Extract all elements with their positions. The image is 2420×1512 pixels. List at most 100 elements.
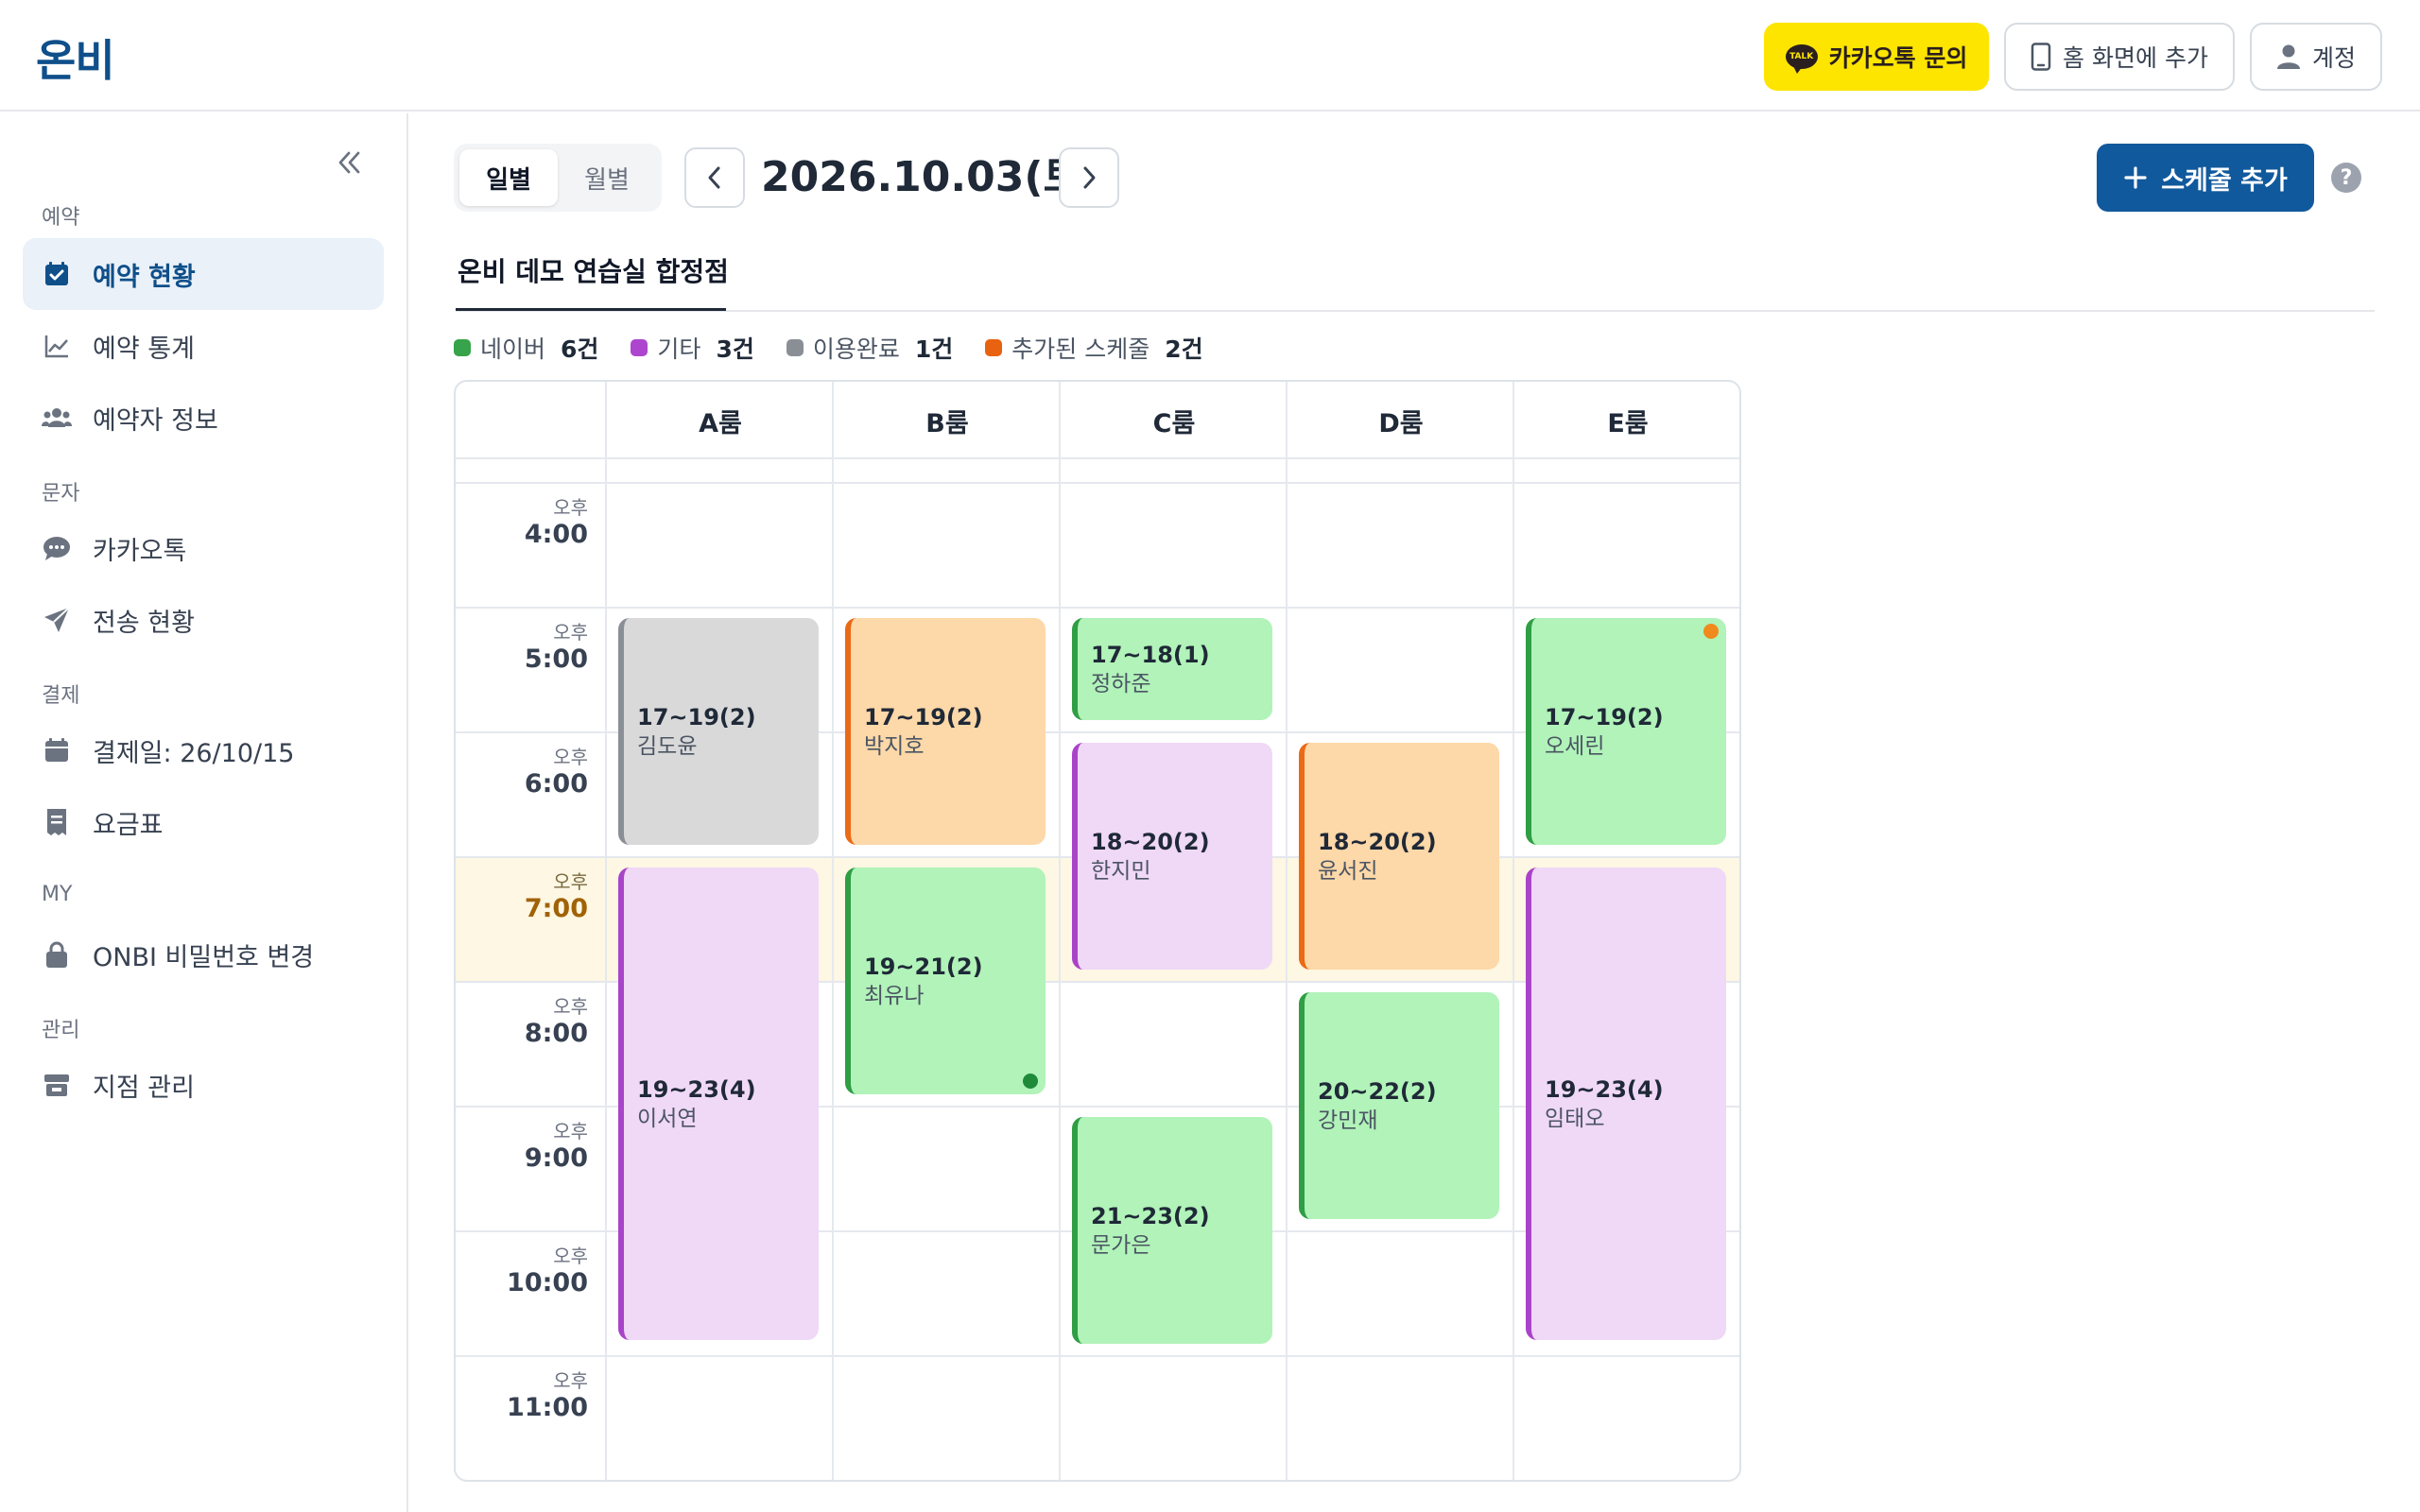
reservation-card[interactable]: 21~23(2) 문가은	[1072, 1117, 1272, 1344]
legend-label: 추가된 스케줄	[1011, 335, 1150, 363]
reservation-card[interactable]: 18~20(2) 한지민	[1072, 743, 1272, 970]
kakao-inquiry-button[interactable]: TALK 카카오톡 문의	[1764, 23, 1989, 91]
reservation-card[interactable]: 18~20(2) 윤서진	[1299, 743, 1499, 970]
legend-completed: 이용완료 1건	[786, 331, 953, 365]
add-schedule-button[interactable]: 스케줄 추가	[2097, 144, 2314, 212]
reservation-card[interactable]: 17~19(2) 박지호	[845, 618, 1046, 845]
sidebar-item-label: 예약 통계	[93, 334, 195, 364]
user-icon	[2276, 44, 2300, 69]
reservation-name: 강민재	[1318, 1108, 1378, 1133]
active-tab-indicator	[456, 308, 726, 311]
reservation-card[interactable]: 19~23(4) 이서연	[618, 868, 819, 1340]
time-ampm: 오후	[553, 995, 588, 1018]
reservation-time: 19~23(4)	[1545, 1076, 1664, 1103]
reservation-card[interactable]: 17~18(1) 정하준	[1072, 618, 1272, 720]
next-date-button[interactable]	[1059, 147, 1119, 208]
grid-line	[456, 607, 1739, 609]
sidebar-item-branch-manage[interactable]: 지점 관리	[23, 1049, 384, 1121]
store-icon	[42, 1070, 72, 1100]
reservation-card[interactable]: 19~23(4) 임태오	[1526, 868, 1726, 1340]
reservation-name: 오세린	[1545, 734, 1605, 759]
kakao-talk-icon: TALK	[1785, 44, 1818, 74]
reservation-card[interactable]: 17~19(2) 오세린	[1526, 618, 1726, 845]
time-value: 7:00	[524, 894, 588, 923]
reservation-name: 한지민	[1091, 859, 1151, 884]
legend-other: 기타 3건	[631, 331, 754, 365]
room-header-d: D룸	[1378, 409, 1424, 438]
chevron-right-icon	[1083, 166, 1096, 189]
room-header-b: B룸	[925, 409, 969, 438]
plus-icon	[2124, 166, 2147, 189]
time-ampm: 오후	[553, 1120, 588, 1143]
time-label-current: 오후 7:00	[456, 869, 588, 924]
grid-line	[1059, 382, 1061, 1480]
grid-line	[456, 482, 1739, 484]
section-message: 문자	[42, 482, 80, 506]
sidebar-item-label: 카카오톡	[93, 536, 187, 566]
sidebar-item-send-status[interactable]: 전송 현황	[23, 584, 384, 656]
tab-daily[interactable]: 일별	[459, 149, 558, 206]
sidebar-item-change-password[interactable]: ONBI 비밀번호 변경	[23, 919, 384, 990]
time-value: 4:00	[524, 520, 588, 549]
app-logo[interactable]: 온비	[36, 26, 115, 89]
time-label: 오후 6:00	[456, 745, 588, 799]
room-header-c: C룸	[1152, 409, 1196, 438]
account-button[interactable]: 계정	[2250, 23, 2382, 91]
reservation-time: 17~19(2)	[1545, 704, 1664, 730]
legend-count: 1건	[914, 335, 954, 363]
tab-branch[interactable]: 온비 데모 연습실 합정점	[458, 251, 729, 289]
prev-date-button[interactable]	[684, 147, 745, 208]
status-dot-icon	[1703, 624, 1719, 639]
reservation-card[interactable]: 19~21(2) 최유나	[845, 868, 1046, 1094]
section-payment: 결제	[42, 684, 80, 708]
lock-icon	[42, 939, 72, 970]
add-to-home-button[interactable]: 홈 화면에 추가	[2004, 23, 2235, 91]
reservation-card[interactable]: 17~19(2) 김도윤	[618, 618, 819, 845]
reservation-time: 17~19(2)	[637, 704, 756, 730]
reservation-time: 18~20(2)	[1318, 829, 1437, 855]
receipt-icon	[42, 807, 72, 837]
reservation-name: 문가은	[1091, 1233, 1151, 1258]
current-date-title: 2026.10.03(토)	[761, 153, 1101, 201]
reservation-card[interactable]: 20~22(2) 강민재	[1299, 992, 1499, 1219]
time-label: 오후 4:00	[456, 495, 588, 550]
grid-line	[456, 1355, 1739, 1357]
time-value: 5:00	[524, 644, 588, 674]
sidebar-item-fee-table[interactable]: 요금표	[23, 786, 384, 858]
reservation-name: 박지호	[864, 734, 925, 759]
sidebar-item-label: ONBI 비밀번호 변경	[93, 942, 315, 972]
legend-count: 6건	[561, 335, 599, 363]
time-ampm: 오후	[553, 621, 588, 644]
collapse-sidebar-icon[interactable]	[335, 147, 363, 185]
sidebar-item-reservation-stats[interactable]: 예약 통계	[23, 310, 384, 382]
sidebar-item-reservation-status[interactable]: 예약 현황	[23, 238, 384, 310]
reservation-time: 17~19(2)	[864, 704, 983, 730]
legend-label: 네이버	[480, 335, 546, 363]
time-ampm: 오후	[553, 1369, 588, 1392]
grid-line	[1512, 382, 1514, 1480]
orange-dot-icon	[985, 339, 1003, 356]
section-my: MY	[42, 883, 73, 906]
time-label: 오후 10:00	[456, 1244, 588, 1298]
account-label: 계정	[2311, 44, 2356, 72]
room-header-e: E룸	[1607, 409, 1649, 438]
branch-tab-divider	[456, 310, 2375, 312]
line-chart-icon	[42, 331, 72, 361]
purple-dot-icon	[631, 339, 648, 356]
reservation-name: 이서연	[637, 1107, 698, 1131]
time-ampm: 오후	[553, 870, 588, 893]
add-schedule-label: 스케줄 추가	[2161, 165, 2288, 196]
tab-monthly[interactable]: 월별	[558, 149, 656, 206]
sidebar-item-label: 예약자 정보	[93, 405, 218, 436]
legend-added-schedule: 추가된 스케줄 2건	[985, 331, 1203, 365]
time-label: 오후 9:00	[456, 1119, 588, 1174]
chevron-left-icon	[708, 166, 720, 189]
legend-label: 이용완료	[812, 335, 900, 363]
sidebar-item-kakaotalk[interactable]: 카카오톡	[23, 512, 384, 584]
people-icon	[42, 403, 72, 433]
top-header: 온비 TALK 카카오톡 문의 홈 화면에 추가 계정	[0, 0, 2420, 112]
sidebar-item-payment-date[interactable]: 결제일: 26/10/15	[23, 714, 384, 786]
sidebar-item-customer-info[interactable]: 예약자 정보	[23, 382, 384, 454]
help-icon[interactable]: ?	[2331, 163, 2361, 193]
gray-dot-icon	[786, 339, 804, 356]
